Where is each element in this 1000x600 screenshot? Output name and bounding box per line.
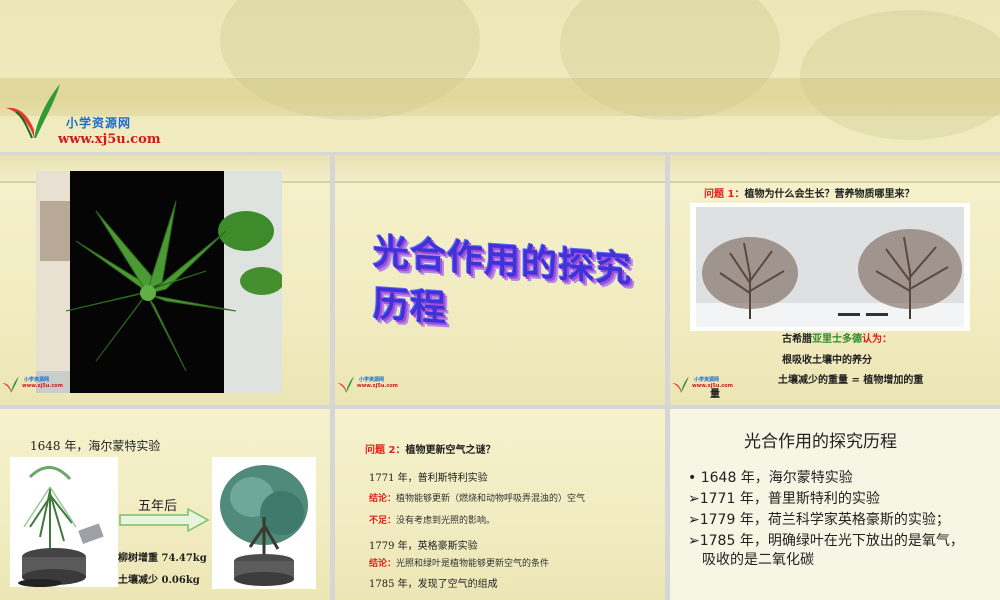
history-line-1785: 1785 年，发现了空气的组成 xyxy=(369,579,498,590)
summary-continuation: 吸收的是二氧化碳 xyxy=(702,552,814,568)
mini-logo-name: 小学资源网 xyxy=(24,377,50,383)
slide-divider xyxy=(670,181,1000,183)
slide-header xyxy=(335,155,665,183)
conclusion-text: 光照和绿叶是植物能够更新空气的条件 xyxy=(396,559,550,569)
slide-mini-logo: 小学资源网 www.xj5u.com xyxy=(2,375,63,395)
bullet-icon: ➢ xyxy=(688,512,700,528)
summary-title: 光合作用的探究历程 xyxy=(744,432,897,452)
question-line: 问题 2：植物更新空气之谜？ xyxy=(365,441,495,456)
leaf-logo-icon xyxy=(337,376,354,393)
summary-item: ➢1771 年，普里斯特利的实验 xyxy=(688,488,964,509)
aloe-plant-image xyxy=(36,171,282,393)
background-leaf xyxy=(800,10,1000,140)
greek-view-line: 古希腊亚里士多德认为： xyxy=(782,330,892,345)
conclusion-1: 结论：植物能够更新（燃烧和动物呼吸弄混浊的）空气 xyxy=(369,491,585,504)
mini-logo-name: 小学资源网 xyxy=(694,377,720,383)
slide-thumb-2[interactable]: 光合作用的探究历程 小学资源网 www.xj5u.com xyxy=(335,155,665,405)
leaf-logo-icon xyxy=(2,376,19,393)
mini-logo-url: www.xj5u.com xyxy=(357,383,398,389)
mini-logo-name: 小学资源网 xyxy=(359,377,385,383)
conclusion-label: 结论： xyxy=(369,494,397,504)
slide-title-art: 光合作用的探究历程 xyxy=(373,231,633,330)
question-label: 问题 1： xyxy=(704,189,745,200)
slide-divider xyxy=(335,181,665,183)
mini-logo-url: www.xj5u.com xyxy=(692,383,733,389)
slide-thumb-4[interactable]: 1648 年，海尔蒙特实验 五年后 柳树增重 74.47kg 土壤减少 0.06… xyxy=(0,409,330,600)
history-line-1771: 1771 年，普利斯特利实验 xyxy=(369,473,488,484)
question-line: 问题 1：植物为什么会生长？营养物质哪里来？ xyxy=(704,185,914,200)
conclusion-text: 植物能够更新（燃烧和动物呼吸弄混浊的）空气 xyxy=(396,494,586,504)
winter-trees-image xyxy=(690,203,970,331)
bullet-icon: • xyxy=(688,470,697,486)
slide-mini-logo: 小学资源网 www.xj5u.com xyxy=(337,375,398,395)
bullet-icon: ➢ xyxy=(688,491,700,507)
summary-item: • 1648 年，海尔蒙特实验 xyxy=(688,467,964,488)
slide-thumb-1[interactable]: 小学资源网 www.xj5u.com xyxy=(0,155,330,405)
site-logo[interactable]: 小学资源网 www.xj5u.com xyxy=(4,80,184,152)
question-label: 问题 2： xyxy=(365,445,406,456)
summary-item: ➢1779 年，荷兰科学家英格豪斯的实验； xyxy=(688,509,964,530)
question-text: 植物更新空气之谜？ xyxy=(405,445,496,456)
arrow-label: 五年后 xyxy=(138,499,178,514)
slide-mini-logo: 小学资源网 www.xj5u.com xyxy=(672,375,733,395)
question-text: 植物为什么会生长？营养物质哪里来？ xyxy=(744,189,915,200)
logo-site-name: 小学资源网 xyxy=(66,116,132,130)
result-line-1: 柳树增重 74.47kg xyxy=(118,553,207,564)
slide-thumb-3[interactable]: 问题 1：植物为什么会生长？营养物质哪里来？ 古希腊亚里士多德认为： 根吸收土壤… xyxy=(670,155,1000,405)
mini-logo-url: www.xj5u.com xyxy=(22,383,63,389)
leaf-logo-icon xyxy=(6,84,60,139)
slide-thumb-5[interactable]: 问题 2：植物更新空气之谜？ 1771 年，普利斯特利实验 结论：植物能够更新（… xyxy=(335,409,665,600)
view-line-1: 根吸收土壤中的养分 xyxy=(782,355,872,366)
slide-grid: 小学资源网 www.xj5u.com 光合作用的探究历程 小学资源网 www.x… xyxy=(0,152,1000,600)
shortcoming-text: 没有考虑到光照的影响。 xyxy=(396,516,496,526)
slide-thumb-6[interactable]: 光合作用的探究历程 • 1648 年，海尔蒙特实验 ➢1771 年，普里斯特利的… xyxy=(670,409,1000,600)
conclusion-label: 结论： xyxy=(369,559,397,569)
small-willow-image xyxy=(10,457,118,587)
result-line-2: 土壤减少 0.06kg xyxy=(118,575,200,586)
leaf-logo-icon xyxy=(672,376,689,393)
experiment-title: 1648 年，海尔蒙特实验 xyxy=(30,439,161,453)
greek-suffix: 认为： xyxy=(862,334,892,345)
conclusion-2: 结论：光照和绿叶是植物能够更新空气的条件 xyxy=(369,556,549,569)
summary-list: • 1648 年，海尔蒙特实验 ➢1771 年，普里斯特利的实验 ➢1779 年… xyxy=(688,467,964,569)
shortcoming-label: 不足： xyxy=(369,516,397,526)
summary-item-text: 1648 年，海尔蒙特实验 xyxy=(700,470,853,486)
large-willow-image xyxy=(212,457,316,589)
bullet-icon: ➢ xyxy=(688,533,700,549)
history-line-1779: 1779 年，英格豪斯实验 xyxy=(369,541,478,552)
shortcoming-1: 不足：没有考虑到光照的影响。 xyxy=(369,513,495,526)
summary-item-text: 1779 年，荷兰科学家英格豪斯的实验； xyxy=(699,512,950,528)
view-line-2: 土壤减少的重量 = 植物增加的重 xyxy=(778,375,924,386)
summary-item-text: 1771 年，普里斯特利的实验 xyxy=(699,491,880,507)
aristotle-name: 亚里士多德 xyxy=(812,334,862,345)
summary-item-text: 1785 年，明确绿叶在光下放出的是氧气， xyxy=(699,533,964,549)
greek-prefix: 古希腊 xyxy=(782,334,812,345)
logo-url: www.xj5u.com xyxy=(58,132,161,147)
slide-header xyxy=(670,155,1000,183)
summary-item: ➢1785 年，明确绿叶在光下放出的是氧气， xyxy=(688,530,964,549)
